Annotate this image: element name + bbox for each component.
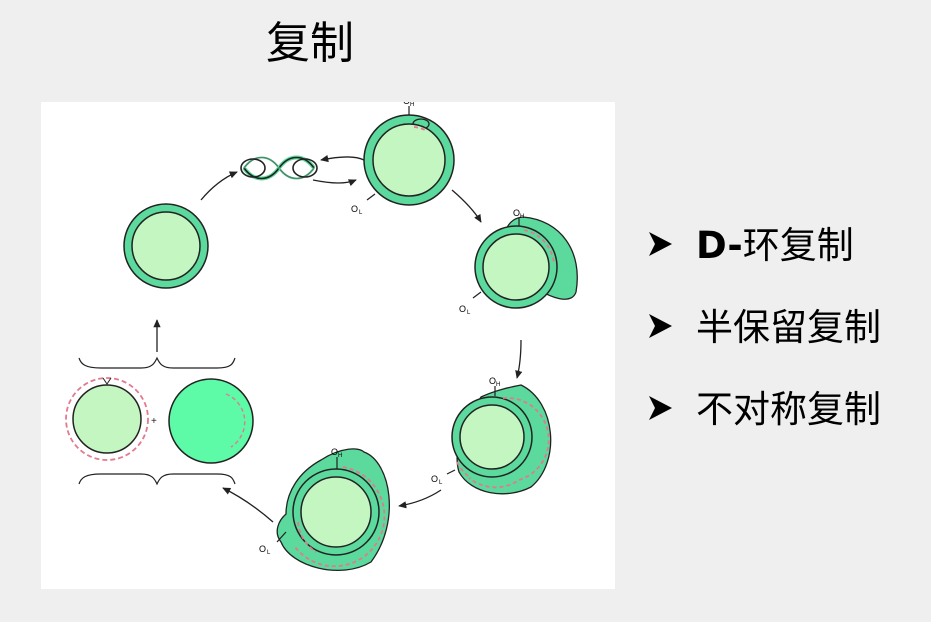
supercoiled-dna [240,155,318,181]
list-item: 半保留复制 [648,304,931,386]
svg-text:H: H [496,382,500,388]
svg-text:O: O [459,304,466,314]
arrowhead-bullet-icon [649,396,672,420]
mtdna-circle-near-complete: O H O L [259,447,390,571]
svg-text:O: O [403,102,410,106]
daughter-molecules: + [65,356,254,486]
list-item: D-环复制 [648,222,931,304]
list-item-label: 半保留复制 [696,306,881,349]
mtdna-circle-dloop-extension: O H O L [459,208,578,316]
svg-text:O: O [513,208,520,218]
feature-list: D-环复制 半保留复制 不对称复制 [648,222,931,468]
arrow-restored-to-coil [200,171,238,201]
arrow-circle1-to-circle2 [451,189,482,223]
svg-text:L: L [439,480,443,486]
svg-text:O: O [259,544,266,554]
svg-text:H: H [520,214,524,220]
arrow-circle3-to-circle4 [398,489,442,509]
arrow-circle2-to-circle3 [515,339,523,379]
arrowhead-bullet-icon [649,314,672,338]
svg-text:H: H [338,453,342,459]
list-item-label: 环复制 [742,224,854,267]
svg-text:O: O [331,447,338,457]
svg-text:L: L [467,310,471,316]
svg-text:L: L [267,550,271,556]
arrow-coil-to-circle [320,155,365,163]
svg-text:O: O [351,204,358,214]
svg-text:O: O [431,474,438,484]
mtdna-replication-diagram: O H O L O H O L O H [41,102,615,589]
mtdna-circle-initiation: O H O L [351,102,455,216]
svg-text:O: O [489,376,496,386]
svg-text:H: H [410,102,414,108]
mtdna-circle-past-ol: O H O L [431,376,552,495]
list-item-bold: D- [696,224,743,267]
mtdna-circle-restored [123,203,209,289]
arrow-circle4-to-daughters [222,487,274,523]
svg-text:+: + [151,416,157,427]
arrowhead-bullet-icon [649,232,672,256]
slide-title: 复制 [266,18,354,69]
arrow-circle-to-coil [312,179,357,187]
svg-text:L: L [359,210,363,216]
list-item-label: 不对称复制 [696,388,881,431]
list-item: 不对称复制 [648,386,931,468]
